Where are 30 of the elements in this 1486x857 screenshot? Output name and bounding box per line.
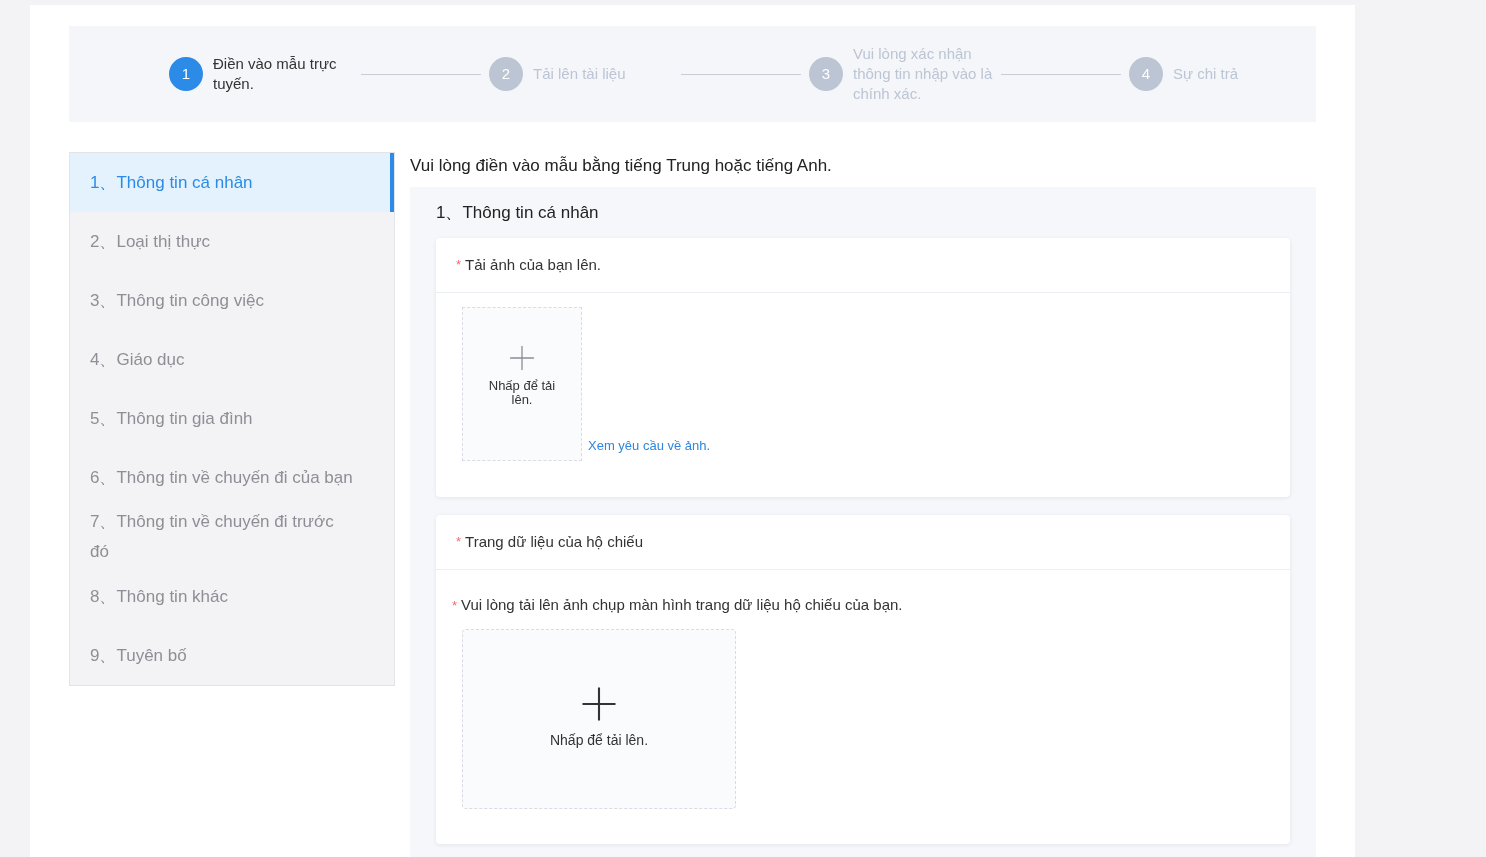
step-label: Tải lên tài liệu (533, 64, 627, 84)
sidebar-item[interactable]: 8、Thông tin khác (70, 567, 394, 626)
card-title: Tải ảnh của bạn lên. (465, 254, 601, 275)
required-mark: * (452, 596, 458, 615)
sidebar-item[interactable]: 7、Thông tin về chuyến đi trước đó (70, 507, 394, 567)
sidebar-item[interactable]: 6、Thông tin về chuyến đi của bạn (70, 448, 394, 507)
plus-icon (581, 686, 617, 722)
upload-button[interactable]: Nhấp để tải lên. (462, 628, 736, 809)
sidebar-item[interactable]: 9、Tuyên bố (70, 626, 394, 685)
step-label: Vui lòng xác nhận thông tin nhập vào là chính xác. (853, 44, 993, 104)
sidebar-item[interactable]: 5、Thông tin gia đình (70, 389, 394, 448)
upload-button[interactable]: Nhấp để tải lên. (462, 307, 582, 461)
step-number: 4 (1129, 57, 1163, 91)
step-number: 2 (489, 57, 523, 91)
step-label: Điền vào mẫu trực tuyến. (213, 54, 338, 94)
section-title: 1、Thông tin cá nhân (436, 201, 600, 224)
card-title: Trang dữ liệu của hộ chiếu (465, 531, 643, 552)
sidebar-item[interactable]: 2、Loại thị thực (70, 212, 394, 271)
required-mark: * (456, 256, 462, 275)
photo-requirements-link[interactable]: Xem yêu cầu về ảnh. (588, 435, 711, 455)
intro-text: Vui lòng điền vào mẫu bằng tiếng Trung hoặc tiếng Anh. (410, 155, 833, 177)
sidebar-item[interactable]: 4、Giáo dục (70, 330, 394, 389)
step-number: 3 (809, 57, 843, 91)
sidebar-item[interactable]: 3、Thông tin công việc (70, 271, 394, 330)
plus-icon (509, 345, 535, 371)
required-mark: * (456, 533, 462, 552)
step-label: Sự chi trả (1173, 64, 1240, 84)
step-number: 1 (169, 57, 203, 91)
field-label: Vui lòng tải lên ảnh chụp màn hình trang dữ liệu hộ chiếu của bạn. (461, 595, 903, 615)
sidebar-item[interactable]: 1、Thông tin cá nhân (70, 153, 394, 212)
